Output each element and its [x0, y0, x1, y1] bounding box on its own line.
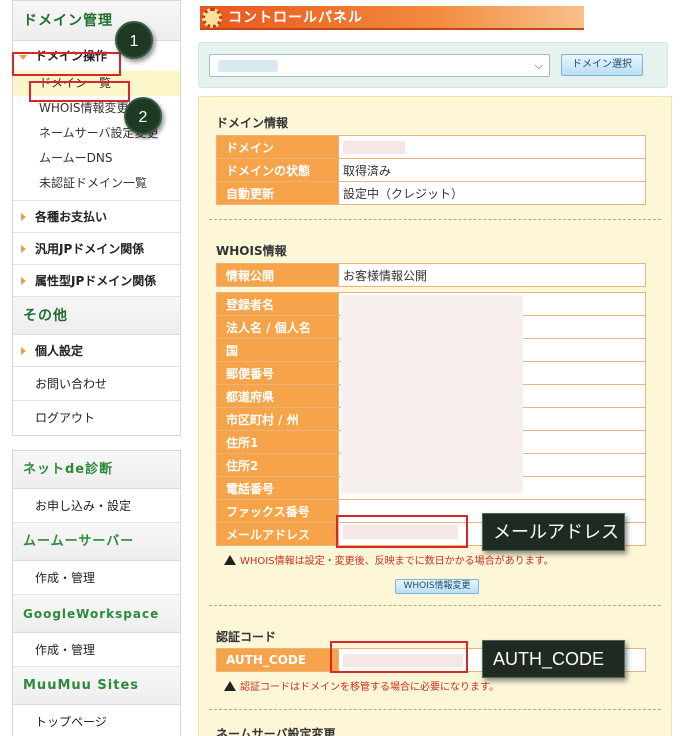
- row-label: 情報公開: [216, 263, 339, 287]
- row-label: 電話番号: [216, 476, 339, 500]
- sidebar-header-server: ムームーサーバー: [13, 523, 180, 561]
- domain-select[interactable]: ⌵: [209, 54, 550, 77]
- row-label: ドメイン: [216, 135, 339, 159]
- row-value: 設定中（クレジット）: [338, 181, 646, 205]
- row-label: 法人名 / 個人名: [216, 315, 339, 339]
- table-row: 自動更新 設定中（クレジット）: [216, 181, 646, 205]
- highlight-domain-ops: [12, 52, 121, 76]
- sidebar-sub-unverified[interactable]: 未認証ドメイン一覧: [13, 171, 180, 201]
- sidebar-header-shindan: ネットde診断: [13, 451, 180, 489]
- divider: [209, 605, 661, 606]
- callout-auth-code: AUTH_CODE: [482, 640, 625, 678]
- row-label: ファックス番号: [216, 499, 339, 523]
- sidebar-item-jp-attribute[interactable]: 属性型JPドメイン関係: [13, 265, 180, 297]
- blurred-value: [343, 141, 405, 154]
- row-label: ドメインの状態: [216, 158, 339, 182]
- divider: [209, 219, 661, 220]
- domain-select-panel: ⌵ ドメイン選択: [198, 42, 668, 88]
- row-label: メールアドレス: [216, 522, 339, 546]
- sidebar-item-contact[interactable]: お問い合わせ: [13, 367, 180, 401]
- highlight-auth-code: [330, 641, 468, 673]
- sidebar-item-logout[interactable]: ログアウト: [13, 401, 180, 435]
- page-title: コントロールパネル: [228, 10, 363, 26]
- sidebar-item-label: 汎用JPドメイン関係: [35, 242, 145, 256]
- whois-public-table: 情報公開 お客様情報公開: [216, 263, 646, 287]
- blurred-domain: [218, 60, 278, 72]
- row-label: 国: [216, 338, 339, 362]
- sidebar-header-sites: MuuMuu Sites: [13, 667, 180, 705]
- row-label: 自動更新: [216, 181, 339, 205]
- table-row: ドメインの状態 取得済み: [216, 158, 646, 182]
- sidebar-item-label: 属性型JPドメイン関係: [35, 274, 157, 288]
- warning-icon: [224, 555, 236, 565]
- whois-change-button[interactable]: WHOIS情報変更: [395, 579, 479, 594]
- auth-warning: 認証コードはドメインを移管する場合に必要になります。: [224, 678, 499, 693]
- row-label: 登録者名: [216, 292, 339, 316]
- step-badge-2: 2: [124, 97, 162, 135]
- row-label: 郵便番号: [216, 361, 339, 385]
- triangle-right-icon: [21, 213, 26, 221]
- blurred-contact-values: [341, 295, 523, 493]
- whois-warning-text: WHOIS情報は設定・変更後、反映までに数日かかる場合があります。: [240, 556, 554, 567]
- triangle-right-icon: [21, 245, 26, 253]
- row-value: お客様情報公開: [338, 263, 646, 287]
- sidebar-item-label: 各種お支払い: [35, 210, 108, 224]
- sidebar-header-domain: ドメイン管理: [13, 1, 180, 41]
- highlight-email: [336, 515, 468, 548]
- table-row: 情報公開 お客様情報公開: [216, 263, 646, 287]
- sidebar-item-shindan-apply[interactable]: お申し込み・設定: [13, 489, 180, 523]
- triangle-right-icon: [21, 347, 26, 355]
- sidebar-sub-muumuu-dns[interactable]: ムームーDNS: [13, 146, 180, 171]
- gear-icon: [202, 8, 222, 28]
- control-panel-title-bar: コントロールパネル: [200, 6, 584, 30]
- sidebar-item-personal[interactable]: 個人設定: [13, 335, 180, 367]
- triangle-right-icon: [21, 277, 26, 285]
- sidebar-item-jp-general[interactable]: 汎用JPドメイン関係: [13, 233, 180, 265]
- chevron-down-icon: ⌵: [534, 59, 543, 72]
- sidebar-item-server-manage[interactable]: 作成・管理: [13, 561, 180, 595]
- warning-icon: [224, 681, 236, 691]
- main-content: コントロールパネル ⌵ ドメイン選択 ドメイン情報 ドメイン ドメインの状態 取…: [198, 0, 672, 736]
- divider: [209, 709, 661, 710]
- row-value-domain: [338, 135, 646, 159]
- step-badge-1: 1: [115, 21, 153, 59]
- highlight-domain-list: [29, 81, 130, 102]
- row-label: AUTH_CODE: [216, 648, 339, 672]
- row-label: 市区町村 / 州: [216, 407, 339, 431]
- row-label: 住所1: [216, 430, 339, 454]
- whois-warning: WHOIS情報は設定・変更後、反映までに数日かかる場合があります。: [224, 552, 554, 567]
- section-title-whois: WHOIS情報: [216, 244, 287, 258]
- sidebar-header-other: その他: [13, 297, 180, 335]
- sidebar-item-gws-manage[interactable]: 作成・管理: [13, 633, 180, 667]
- row-value: 取得済み: [338, 158, 646, 182]
- domain-info-table: ドメイン ドメインの状態 取得済み 自動更新 設定中（クレジット）: [216, 135, 646, 205]
- sidebar-services-box: ネットde診断 お申し込み・設定 ムームーサーバー 作成・管理 GoogleWo…: [12, 450, 181, 736]
- domain-select-button[interactable]: ドメイン選択: [561, 54, 643, 76]
- sidebar-item-payments[interactable]: 各種お支払い: [13, 201, 180, 233]
- section-title-nameserver: ネームサーバ設定変更: [216, 727, 336, 736]
- table-row: ドメイン: [216, 135, 646, 159]
- row-label: 都道府県: [216, 384, 339, 408]
- auth-warning-text: 認証コードはドメインを移管する場合に必要になります。: [240, 682, 499, 693]
- section-title-auth: 認証コード: [216, 630, 277, 644]
- section-title-domain-info: ドメイン情報: [216, 116, 289, 130]
- sidebar-item-sites-top[interactable]: トップページ: [13, 705, 180, 736]
- row-label: 住所2: [216, 453, 339, 477]
- callout-email: メールアドレス: [482, 513, 625, 551]
- sidebar-header-gws: GoogleWorkspace: [13, 595, 180, 633]
- sidebar-item-label: 個人設定: [35, 344, 84, 358]
